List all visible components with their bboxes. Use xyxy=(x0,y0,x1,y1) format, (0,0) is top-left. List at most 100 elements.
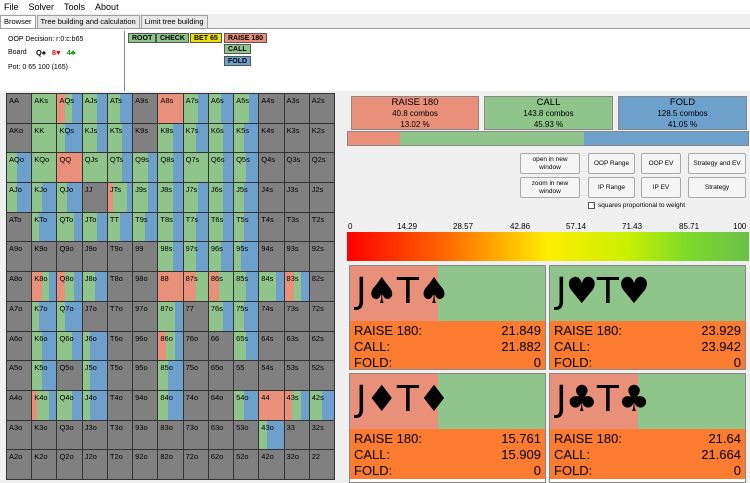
hand-cell-54s[interactable]: 54s xyxy=(259,361,284,390)
hand-cell-73s[interactable]: 73s xyxy=(284,301,309,331)
hand-cell-T3o[interactable]: T3o xyxy=(107,420,133,450)
hand-cell-A8o[interactable]: A8o xyxy=(7,272,32,301)
hand-cell-52s[interactable]: 52s xyxy=(309,361,334,390)
hand-cell-64s[interactable]: 64s xyxy=(259,331,284,361)
hand-cell-KTs[interactable]: KTs xyxy=(107,123,133,153)
hand-cell-65o[interactable]: 65o xyxy=(208,361,234,390)
hand-cell-T5o[interactable]: T5o xyxy=(107,361,133,390)
hand-cell-J5s[interactable]: J5s xyxy=(234,183,259,212)
hand-cell-Q6s[interactable]: Q6s xyxy=(208,153,234,183)
hand-cell-84o[interactable]: 84o xyxy=(158,390,183,420)
hand-cell-A7o[interactable]: A7o xyxy=(7,301,32,331)
hand-cell-J4o[interactable]: J4o xyxy=(82,390,107,420)
hand-cell-53o[interactable]: 53o xyxy=(234,420,259,450)
hand-cell-JTs[interactable]: JTs xyxy=(107,183,133,212)
hand-cell-J8o[interactable]: J8o xyxy=(82,272,107,301)
hand-cell-Q3o[interactable]: Q3o xyxy=(57,420,82,450)
combo-panel[interactable]: J♣T♣ RAISE 180: 21.64 CALL: 21.664 FOLD: 0 xyxy=(549,373,746,483)
hand-cell-AQo[interactable]: AQo xyxy=(7,153,32,183)
hand-cell-98s[interactable]: 98s xyxy=(158,242,183,272)
oop-range-button[interactable]: OOP Range xyxy=(588,153,635,174)
hand-cell-55[interactable]: 55 xyxy=(234,361,259,390)
hand-cell-95o[interactable]: 95o xyxy=(133,361,158,390)
hand-cell-94s[interactable]: 94s xyxy=(259,242,284,272)
hand-cell-JTo[interactable]: JTo xyxy=(82,212,107,242)
hand-cell-Q7s[interactable]: Q7s xyxy=(183,153,208,183)
menu-about[interactable]: About xyxy=(91,0,125,14)
hand-cell-77[interactable]: 77 xyxy=(183,301,208,331)
hand-cell-97s[interactable]: 97s xyxy=(183,242,208,272)
hand-cell-A7s[interactable]: A7s xyxy=(183,94,208,123)
combo-panel[interactable]: J♠T♠ RAISE 180: 21.849 CALL: 21.882 FOLD: 0 xyxy=(349,265,546,370)
hand-cell-62s[interactable]: 62s xyxy=(309,331,334,361)
proportional-checkbox[interactable]: squares proportional to weight xyxy=(588,202,685,209)
hand-cell-32o[interactable]: 32o xyxy=(284,450,309,479)
hand-cell-K9s[interactable]: K9s xyxy=(133,123,158,153)
hand-cell-T2s[interactable]: T2s xyxy=(309,212,334,242)
hand-cell-44[interactable]: 44 xyxy=(259,390,284,420)
action-check[interactable]: CHECK xyxy=(156,33,189,43)
action-call[interactable]: CALL xyxy=(224,44,251,54)
hand-cell-75s[interactable]: 75s xyxy=(234,301,259,331)
hand-cell-A4s[interactable]: A4s xyxy=(259,94,284,123)
tab-tree-building[interactable]: Tree building and calculation xyxy=(36,15,140,28)
hand-cell-A2o[interactable]: A2o xyxy=(7,450,32,479)
hand-cell-KQo[interactable]: KQo xyxy=(32,153,57,183)
hand-cell-Q4o[interactable]: Q4o xyxy=(57,390,82,420)
hand-cell-J3o[interactable]: J3o xyxy=(82,420,107,450)
hand-cell-A3s[interactable]: A3s xyxy=(284,94,309,123)
hand-cell-AKo[interactable]: AKo xyxy=(7,123,32,153)
hand-cell-96o[interactable]: 96o xyxy=(133,331,158,361)
hand-cell-A4o[interactable]: A4o xyxy=(7,390,32,420)
hand-cell-A5o[interactable]: A5o xyxy=(7,361,32,390)
hand-cell-87s[interactable]: 87s xyxy=(183,272,208,301)
hand-cell-76s[interactable]: 76s xyxy=(208,301,234,331)
hand-cell-64o[interactable]: 64o xyxy=(208,390,234,420)
hand-cell-J3s[interactable]: J3s xyxy=(284,183,309,212)
hand-cell-K5s[interactable]: K5s xyxy=(234,123,259,153)
hand-cell-T2o[interactable]: T2o xyxy=(107,450,133,479)
hand-cell-JJ[interactable]: JJ xyxy=(82,183,107,212)
hand-cell-K2o[interactable]: K2o xyxy=(32,450,57,479)
hand-cell-AA[interactable]: AA xyxy=(7,94,32,123)
hand-cell-K9o[interactable]: K9o xyxy=(32,242,57,272)
hand-cell-ATs[interactable]: ATs xyxy=(107,94,133,123)
hand-cell-Q8o[interactable]: Q8o xyxy=(57,272,82,301)
hand-cell-Q2o[interactable]: Q2o xyxy=(57,450,82,479)
hand-cell-72o[interactable]: 72o xyxy=(183,450,208,479)
hand-cell-42s[interactable]: 42s xyxy=(309,390,334,420)
hand-cell-Q4s[interactable]: Q4s xyxy=(259,153,284,183)
action-fold[interactable]: FOLD xyxy=(224,56,252,66)
action-bet[interactable]: BET 65 xyxy=(190,33,222,43)
hand-cell-92s[interactable]: 92s xyxy=(309,242,334,272)
hand-cell-AJs[interactable]: AJs xyxy=(82,94,107,123)
hand-cell-98o[interactable]: 98o xyxy=(133,272,158,301)
hand-cell-TT[interactable]: TT xyxy=(107,212,133,242)
checkbox-box[interactable] xyxy=(588,202,595,209)
hand-cell-J9o[interactable]: J9o xyxy=(82,242,107,272)
hand-cell-T5s[interactable]: T5s xyxy=(234,212,259,242)
hand-cell-83s[interactable]: 83s xyxy=(284,272,309,301)
hand-cell-J9s[interactable]: J9s xyxy=(133,183,158,212)
hand-cell-97o[interactable]: 97o xyxy=(133,301,158,331)
hand-cell-32s[interactable]: 32s xyxy=(309,420,334,450)
hand-cell-54o[interactable]: 54o xyxy=(234,390,259,420)
strategy-button[interactable]: Strategy xyxy=(688,177,746,198)
hand-cell-T4s[interactable]: T4s xyxy=(259,212,284,242)
hand-cell-86s[interactable]: 86s xyxy=(208,272,234,301)
hand-cell-74s[interactable]: 74s xyxy=(259,301,284,331)
hand-cell-62o[interactable]: 62o xyxy=(208,450,234,479)
hand-cell-J7s[interactable]: J7s xyxy=(183,183,208,212)
hand-cell-85o[interactable]: 85o xyxy=(158,361,183,390)
hand-cell-42o[interactable]: 42o xyxy=(259,450,284,479)
hand-cell-A9o[interactable]: A9o xyxy=(7,242,32,272)
hand-cell-99[interactable]: 99 xyxy=(133,242,158,272)
hand-cell-K5o[interactable]: K5o xyxy=(32,361,57,390)
hand-cell-65s[interactable]: 65s xyxy=(234,331,259,361)
hand-cell-Q2s[interactable]: Q2s xyxy=(309,153,334,183)
hand-cell-A6o[interactable]: A6o xyxy=(7,331,32,361)
hand-cell-T7s[interactable]: T7s xyxy=(183,212,208,242)
hand-cell-84s[interactable]: 84s xyxy=(259,272,284,301)
hand-cell-T4o[interactable]: T4o xyxy=(107,390,133,420)
hand-cell-J6o[interactable]: J6o xyxy=(82,331,107,361)
